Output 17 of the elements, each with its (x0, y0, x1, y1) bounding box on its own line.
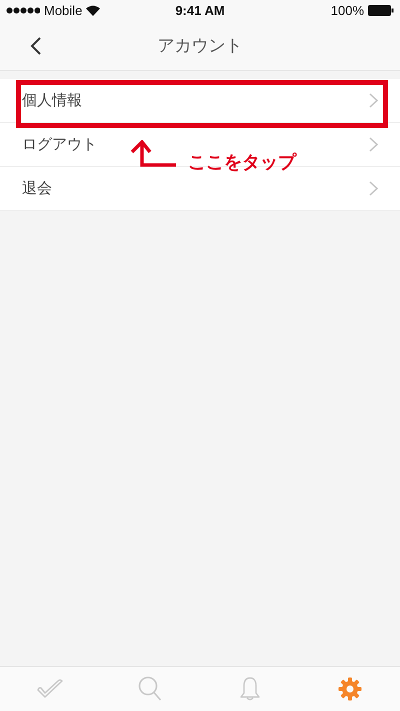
chevron-icon (369, 93, 378, 108)
wifi-icon (86, 4, 100, 16)
check-icon (36, 678, 64, 700)
back-icon (30, 37, 42, 55)
annotation-caption: ここをタップ (188, 151, 296, 174)
chevron-icon (369, 137, 378, 152)
clock-time: 9:41 AM (175, 2, 225, 18)
search-icon (138, 676, 162, 702)
nav-title: アカウント (158, 34, 242, 56)
signal-icon (6, 6, 40, 14)
battery-percent: 100% (330, 2, 364, 18)
battery-icon (368, 4, 394, 16)
chevron-icon (369, 181, 378, 196)
carrier-name: Mobile (44, 2, 82, 18)
annotation-arrow (128, 140, 178, 170)
settings-icon (338, 677, 362, 701)
bell-icon (239, 676, 261, 702)
